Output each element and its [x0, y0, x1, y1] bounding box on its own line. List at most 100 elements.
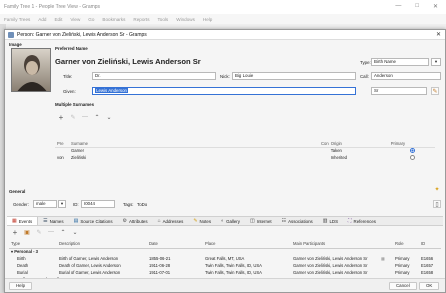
event-role: Primary	[395, 263, 410, 268]
share-event-button[interactable]: ▣	[23, 228, 31, 236]
event-place: Twin Falls, Twin Falls, ID, USA	[205, 270, 262, 275]
cancel-button[interactable]: Cancel	[389, 282, 417, 290]
citations-icon: ▤	[73, 218, 79, 224]
move-up-surname-button[interactable]: ⌃	[93, 113, 101, 121]
tab-associations[interactable]: ☷ Associations	[277, 217, 318, 225]
tab-addresses[interactable]: ⌂ Addresses	[153, 217, 189, 225]
title-field[interactable]: Dr.	[92, 72, 216, 80]
close-dialog-button[interactable]: ✕	[436, 31, 441, 38]
menu-bookmarks[interactable]: Bookmarks	[102, 17, 125, 22]
tab-source-citations[interactable]: ▤ Source Citations	[69, 217, 118, 225]
move-down-event-button[interactable]: ⌄	[71, 228, 79, 236]
tab-names[interactable]: ☰ Names	[38, 217, 68, 225]
tag-icon[interactable]: ✦	[433, 185, 441, 193]
dialog-title: Person: Garner von Zieliński, Lewis Ande…	[17, 31, 147, 38]
column-header[interactable]: Place	[203, 240, 291, 249]
menu-windows[interactable]: Windows	[176, 17, 195, 22]
gender-select[interactable]: male	[33, 200, 57, 208]
column-header[interactable]: Date	[147, 240, 203, 249]
multiple-surnames-label: Multiple Surnames	[55, 102, 95, 107]
help-button[interactable]: Help	[9, 282, 33, 290]
primary-radio[interactable]	[410, 154, 416, 160]
suffix-field[interactable]: Sr	[371, 87, 427, 95]
chevron-up-icon: ⌃	[94, 114, 100, 121]
menu-help[interactable]: Help	[203, 17, 212, 22]
lock-icon: ▯	[435, 201, 439, 208]
menu-view[interactable]: View	[70, 17, 80, 22]
event-place: Great Falls, MT, USA	[205, 256, 245, 261]
chevron-up-icon: ⌃	[60, 229, 66, 236]
menu-add[interactable]: Add	[38, 17, 46, 22]
menu-tools[interactable]: Tools	[158, 17, 169, 22]
tab-notes[interactable]: ✎ Notes	[188, 217, 216, 225]
table-row[interactable]: Burial Burial of Garner, Lewis Anderson …	[9, 269, 441, 276]
tab-label: Internet	[256, 218, 272, 224]
event-description: Burial of Garner, Lewis Anderson	[59, 270, 121, 275]
tab-references[interactable]: ⛶ References	[343, 217, 381, 225]
edit-event-button[interactable]: ✎	[35, 228, 43, 236]
minimize-button[interactable]: —	[395, 3, 401, 10]
surname-origin: Inherited	[330, 155, 347, 160]
group-row[interactable]: ▾ Personal - 3	[9, 248, 441, 255]
id-field[interactable]: I0044	[81, 200, 115, 208]
tab-label: Addresses	[162, 218, 184, 224]
general-section-label: General	[9, 189, 26, 194]
close-window-button[interactable]: ✕	[433, 3, 438, 10]
column-header[interactable]: Role	[393, 240, 419, 249]
menu-go[interactable]: Go	[88, 17, 94, 22]
column-header[interactable]: Description	[57, 240, 147, 249]
menu-reports[interactable]: Reports	[133, 17, 149, 22]
edit-name-button[interactable]: ✎	[431, 87, 439, 95]
ok-button[interactable]: OK	[419, 282, 440, 290]
event-role: Primary	[395, 270, 410, 275]
tab-attributes[interactable]: ⚙ Attributes	[118, 217, 153, 225]
nick-field[interactable]: Big Louie	[232, 72, 356, 80]
move-down-surname-button[interactable]: ⌄	[105, 113, 113, 121]
tab-label: Source Citations	[80, 218, 113, 224]
remove-surname-button[interactable]: —	[81, 113, 89, 121]
tab-label: References	[353, 218, 376, 224]
menu-edit[interactable]: Edit	[54, 17, 62, 22]
main-menubar: Family Trees Add Edit View Go Bookmarks …	[0, 14, 446, 24]
column-header[interactable]	[379, 240, 393, 249]
add-event-button[interactable]: +	[11, 227, 19, 237]
column-header[interactable]: Con	[319, 141, 329, 148]
move-up-event-button[interactable]: ⌃	[59, 228, 67, 236]
edit-surname-button[interactable]: ✎	[69, 113, 77, 121]
surname-row[interactable]: Garner Taken	[55, 147, 435, 154]
surname-row[interactable]: von Zieliński Inherited	[55, 154, 435, 161]
column-header[interactable]: Main Participants	[291, 240, 379, 249]
event-description: Birth of Garner, Lewis Anderson	[59, 256, 119, 261]
tab-label: Attributes	[129, 218, 148, 224]
add-surname-button[interactable]: +	[57, 113, 65, 122]
surname-connector	[319, 154, 329, 161]
name-type-select[interactable]: Birth Name	[371, 58, 429, 66]
edit-tags-button[interactable]: ▯	[433, 200, 441, 208]
chevron-down-icon[interactable]: ▾	[431, 58, 441, 66]
source-icon: ▦	[381, 256, 385, 261]
primary-radio[interactable]	[410, 147, 416, 153]
given-field[interactable]: Lewis Anderson	[92, 87, 356, 95]
tab-gallery[interactable]: ◐ Gallery	[216, 217, 245, 225]
maximize-button[interactable]: □	[415, 3, 419, 10]
menu-family-trees[interactable]: Family Trees	[4, 17, 30, 22]
main-window-titlebar: Family Tree 1 - People Tree View - Gramp…	[0, 0, 446, 14]
call-field[interactable]: Anderson	[371, 72, 441, 80]
person-photo[interactable]	[11, 48, 51, 92]
surname-prefix: von	[57, 155, 64, 160]
table-row[interactable]: Birth Birth of Garner, Lewis Anderson 18…	[9, 255, 441, 262]
tab-events[interactable]: ▦ Events	[7, 217, 39, 225]
tab-label: Events	[18, 218, 33, 224]
column-header[interactable]: ID	[419, 240, 441, 249]
column-header[interactable]: Type	[9, 240, 57, 249]
table-row[interactable]: Death Death of Garner, Lewis Anderson 19…	[9, 262, 441, 269]
plus-icon: +	[12, 227, 18, 237]
image-section-label: Image	[9, 42, 22, 47]
remove-event-button[interactable]: —	[47, 228, 55, 236]
tab-label: LDS	[329, 218, 339, 224]
event-type: Burial	[17, 270, 28, 275]
tab-lds[interactable]: ▥ LDS	[318, 217, 343, 225]
tab-internet[interactable]: ◫ Internet	[245, 217, 277, 225]
event-date: 1855-06-21	[149, 256, 171, 261]
chevron-down-icon[interactable]: ▾	[58, 200, 66, 208]
